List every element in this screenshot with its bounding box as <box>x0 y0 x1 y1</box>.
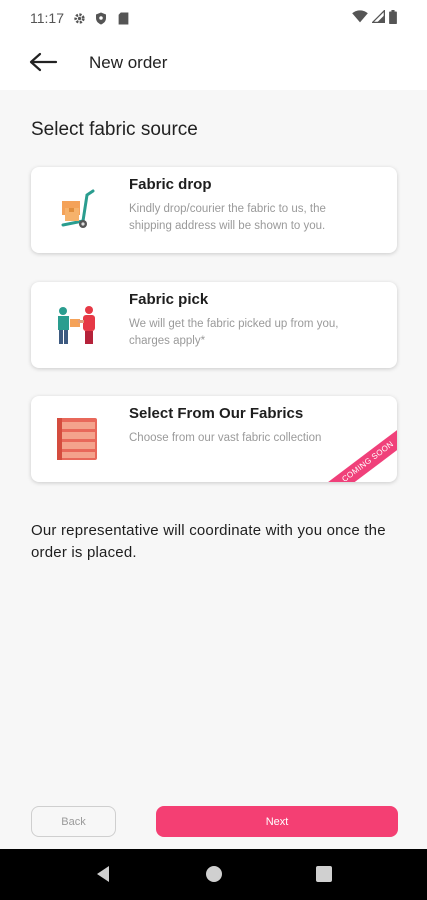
page-title: New order <box>89 53 168 72</box>
next-button[interactable]: Next <box>156 806 398 837</box>
option-our-fabrics[interactable]: Select From Our Fabrics Choose from our … <box>31 396 397 482</box>
option-fabric-pick[interactable]: Fabric pick We will get the fabric picke… <box>31 282 397 368</box>
nav-back-icon[interactable] <box>93 864 113 884</box>
option-fabric-drop[interactable]: Fabric drop Kindly drop/courier the fabr… <box>31 167 397 253</box>
battery-icon <box>389 9 397 27</box>
shield-icon <box>94 11 108 25</box>
info-note: Our representative will coordinate with … <box>31 522 386 561</box>
fabric-shelf-icon <box>53 416 103 462</box>
gear-icon <box>72 11 86 25</box>
wifi-icon <box>352 10 368 26</box>
nav-home-icon[interactable] <box>204 864 224 884</box>
status-bar: 11:17 <box>0 0 427 36</box>
app-bar: New order <box>0 36 427 90</box>
status-time: 11:17 <box>30 10 64 26</box>
option-description: We will get the fabric picked up from yo… <box>129 318 339 347</box>
signal-icon <box>371 9 385 26</box>
section-title: Select fabric source <box>31 119 198 140</box>
option-title: Select From Our Fabrics <box>129 405 304 422</box>
option-title: Fabric drop <box>129 176 212 193</box>
option-description: Kindly drop/courier the fabric to us, th… <box>129 203 326 232</box>
sim-card-icon <box>116 11 130 25</box>
arrow-left-icon[interactable] <box>28 50 58 74</box>
option-description: Choose from our vast fabric collection <box>129 432 322 444</box>
option-title: Fabric pick <box>129 291 209 308</box>
nav-recents-icon[interactable] <box>314 864 334 884</box>
back-button[interactable]: Back <box>31 806 116 837</box>
hand-truck-boxes-icon <box>53 187 103 233</box>
delivery-handover-icon <box>53 302 103 348</box>
system-nav-bar <box>0 849 427 900</box>
